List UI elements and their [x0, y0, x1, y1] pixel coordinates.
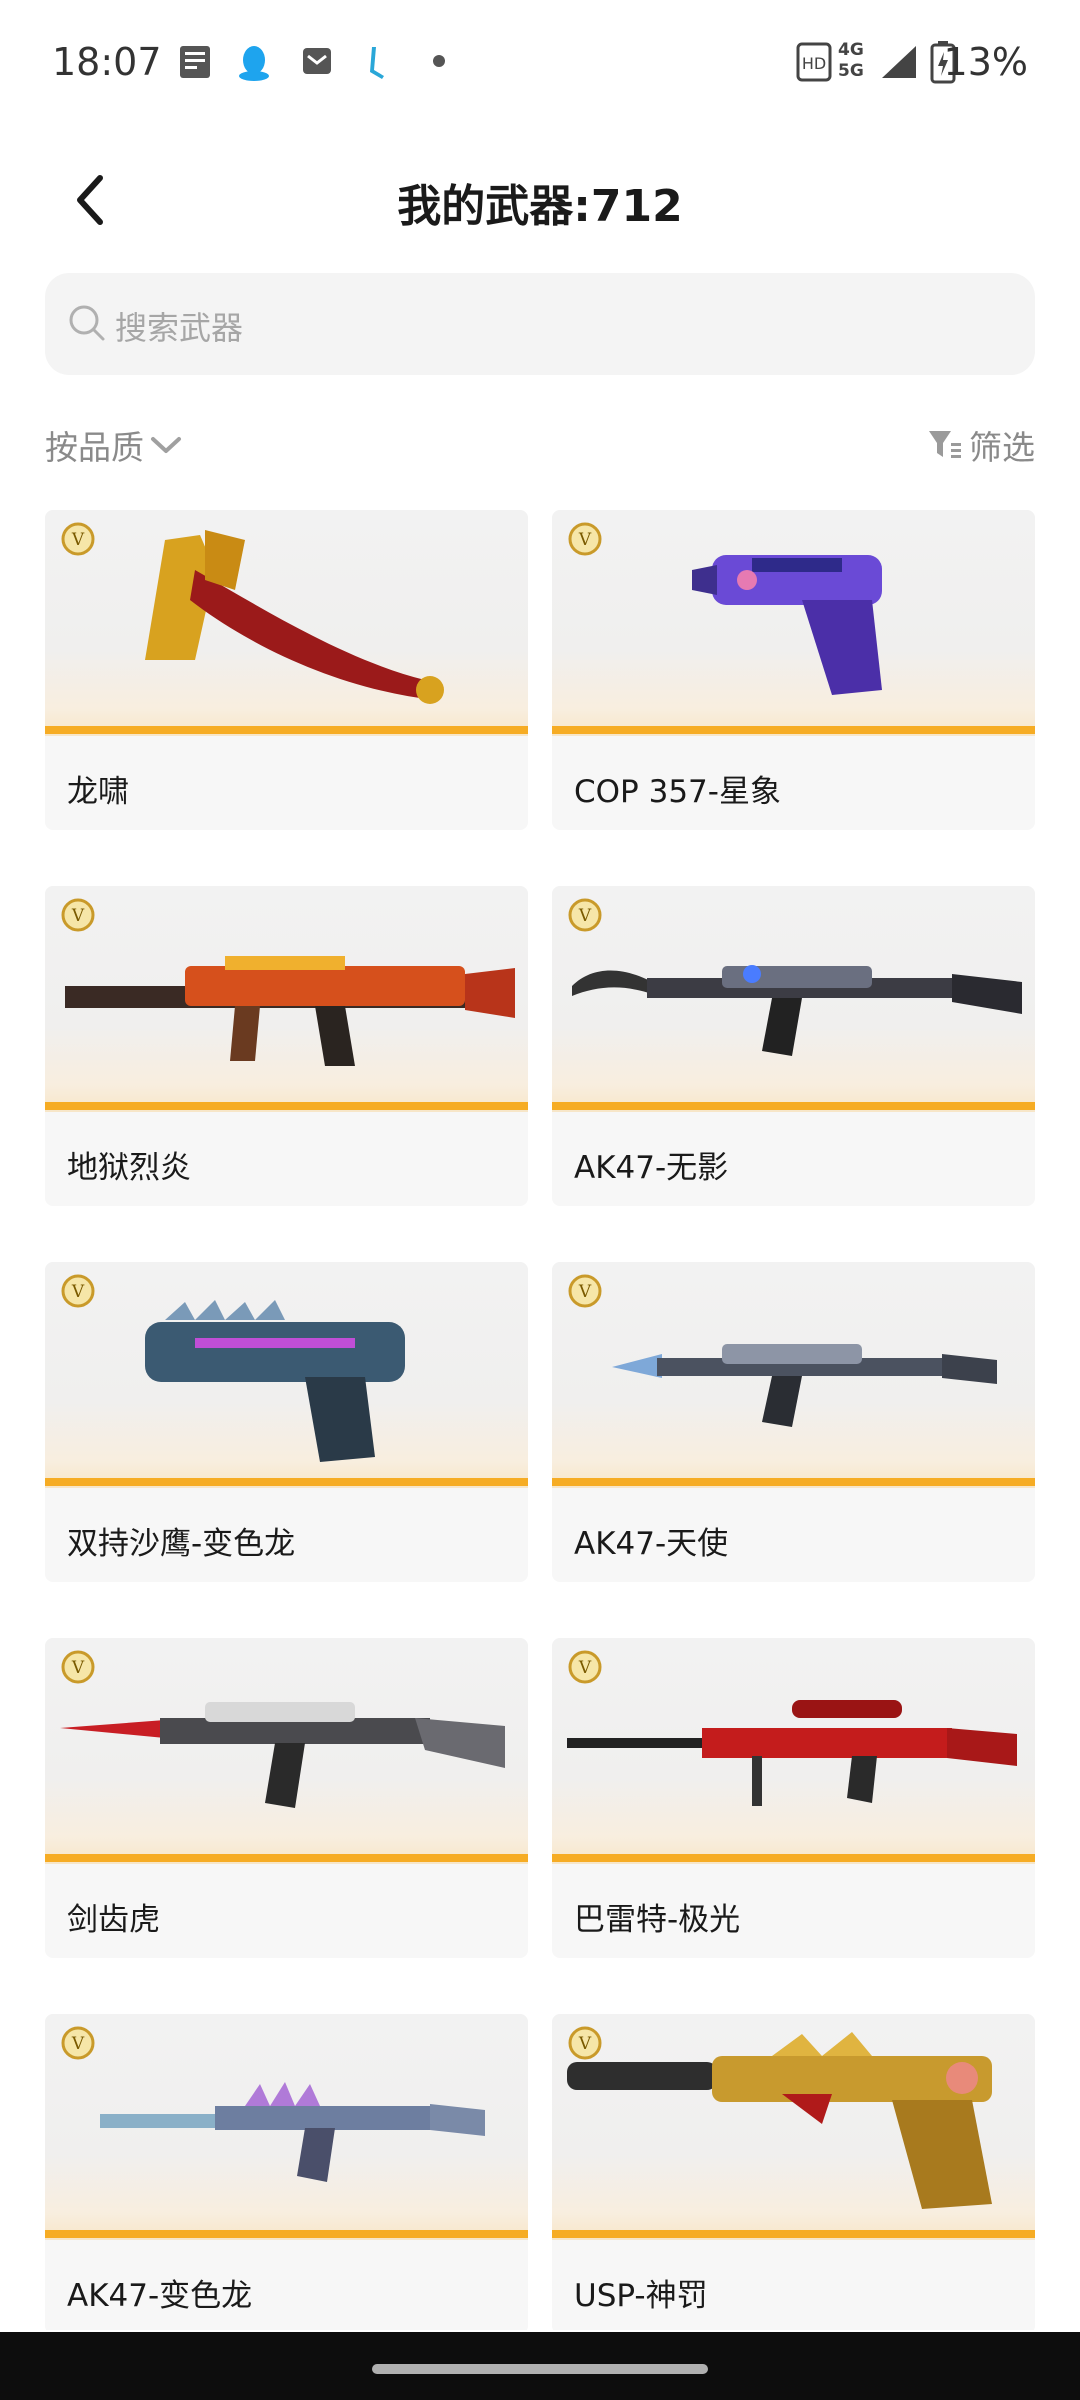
rifle-icon: [100, 2082, 485, 2182]
network-type: 4G 5G: [838, 40, 878, 82]
notification-app-icon: [180, 46, 210, 78]
pistol-icon: [145, 1300, 405, 1462]
quality-badge-letter: V: [578, 1282, 592, 1302]
quality-badge-icon: V: [61, 1274, 95, 1308]
quality-bar: [552, 1478, 1035, 1486]
weapon-name: COP 357-星象: [574, 774, 781, 810]
cellular-signal-icon: [882, 46, 916, 78]
weapon-name: 双持沙鹰-变色龙: [67, 1526, 296, 1562]
weapon-name: AK47-无影: [574, 1150, 729, 1186]
weapon-name: 地狱烈炎: [67, 1150, 191, 1186]
quality-badge-letter: V: [71, 1282, 85, 1302]
weapon-card[interactable]: V 巴雷特-极光: [552, 1638, 1035, 1958]
weapon-card[interactable]: V AK47-变色龙: [45, 2014, 528, 2330]
search-icon: [69, 305, 105, 341]
rifle-icon: [65, 956, 515, 1066]
sniper-icon: [567, 1700, 1017, 1806]
filter-icon: [929, 431, 961, 458]
weapon-image: V: [45, 1638, 528, 1864]
quality-badge-letter: V: [71, 906, 85, 926]
weapon-image: V: [552, 510, 1035, 736]
quality-badge-letter: V: [578, 530, 592, 550]
quality-badge-icon: V: [61, 522, 95, 556]
quality-bar: [45, 1478, 528, 1486]
weapon-name: AK47-天使: [574, 1526, 729, 1562]
sort-by-quality-dropdown[interactable]: 按品质: [45, 420, 184, 470]
search-input[interactable]: 搜索武器: [45, 273, 1035, 375]
quality-badge-letter: V: [578, 1658, 592, 1678]
quality-badge-letter: V: [578, 906, 592, 926]
header: 我的武器:712: [0, 150, 1080, 250]
more-notifications-dot-icon: [433, 55, 445, 67]
weapon-card[interactable]: V COP 357-星象: [552, 510, 1035, 830]
page-title: 我的武器:712: [397, 181, 683, 232]
search-placeholder: 搜索武器: [115, 309, 244, 347]
quality-badge-icon: V: [568, 522, 602, 556]
quality-bar: [45, 1102, 528, 1110]
network-type-bottom: 5G: [838, 61, 864, 81]
quality-badge-letter: V: [71, 2034, 85, 2054]
weapon-name: 巴雷特-极光: [574, 1902, 741, 1938]
quality-bar: [552, 726, 1035, 734]
weapon-card[interactable]: V 双持沙鹰-变色龙: [45, 1262, 528, 1582]
weapon-image: V: [552, 2014, 1035, 2240]
rifle-icon: [572, 965, 1022, 1056]
quality-badge-letter: V: [71, 1658, 85, 1678]
status-bar: 18:07 HD 4G 5G 13%: [0, 0, 1080, 120]
quality-bar: [552, 1102, 1035, 1110]
quality-bar: [552, 2230, 1035, 2238]
quality-bar: [45, 2230, 528, 2238]
battery-percentage: 13%: [943, 40, 1028, 84]
quality-badge-icon: V: [61, 1650, 95, 1684]
hd-signal-icon: HD: [796, 42, 832, 82]
weapon-card[interactable]: V 剑齿虎: [45, 1638, 528, 1958]
rifle-icon: [612, 1344, 997, 1427]
quality-badge-letter: V: [578, 2034, 592, 2054]
home-indicator[interactable]: [372, 2364, 708, 2374]
weapon-card[interactable]: V 龙啸: [45, 510, 528, 830]
weapon-card[interactable]: V AK47-无影: [552, 886, 1035, 1206]
weapon-name: 剑齿虎: [67, 1902, 160, 1938]
network-type-top: 4G: [838, 40, 864, 60]
status-time: 18:07: [52, 40, 162, 84]
dragon-axe-icon: [145, 530, 444, 704]
quality-badge-icon: V: [568, 2026, 602, 2060]
quality-bar: [552, 1854, 1035, 1862]
filter-button[interactable]: 筛选: [927, 420, 1035, 470]
weapon-grid: V 龙啸 V COP 357-星象 V 地狱烈炎 V AK47-无影 V 双持沙…: [45, 510, 1035, 2330]
weapon-image: V: [45, 1262, 528, 1488]
weapon-card[interactable]: V USP-神罚: [552, 2014, 1035, 2330]
pistol-icon: [692, 555, 882, 695]
mail-icon: [303, 48, 331, 74]
weapon-name: USP-神罚: [574, 2278, 708, 2314]
quality-badge-icon: V: [568, 898, 602, 932]
weapon-card[interactable]: V AK47-天使: [552, 1262, 1035, 1582]
weapon-image: V: [45, 510, 528, 736]
pistol-icon: [567, 2032, 992, 2209]
filter-label: 筛选: [969, 428, 1035, 467]
quality-bar: [45, 1854, 528, 1862]
weapon-name: AK47-变色龙: [67, 2278, 253, 2314]
weapon-name: 龙啸: [67, 774, 129, 810]
game-app-icon: [370, 47, 384, 79]
sort-label: 按品质: [45, 428, 144, 467]
quality-badge-icon: V: [568, 1274, 602, 1308]
quality-badge-icon: V: [61, 2026, 95, 2060]
quality-bar: [45, 726, 528, 734]
qq-penguin-icon: [239, 46, 269, 81]
weapon-image: V: [552, 1638, 1035, 1864]
chevron-down-icon: [151, 437, 181, 453]
quality-badge-letter: V: [71, 530, 85, 550]
weapon-image: V: [45, 2014, 528, 2240]
weapon-image: V: [552, 886, 1035, 1112]
quality-badge-icon: V: [61, 898, 95, 932]
weapon-image: V: [552, 1262, 1035, 1488]
weapon-card[interactable]: V 地狱烈炎: [45, 886, 528, 1206]
svg-text:HD: HD: [802, 54, 826, 73]
weapon-image: V: [45, 886, 528, 1112]
quality-badge-icon: V: [568, 1650, 602, 1684]
rifle-icon: [60, 1702, 505, 1808]
system-navigation-bar: [0, 2332, 1080, 2400]
